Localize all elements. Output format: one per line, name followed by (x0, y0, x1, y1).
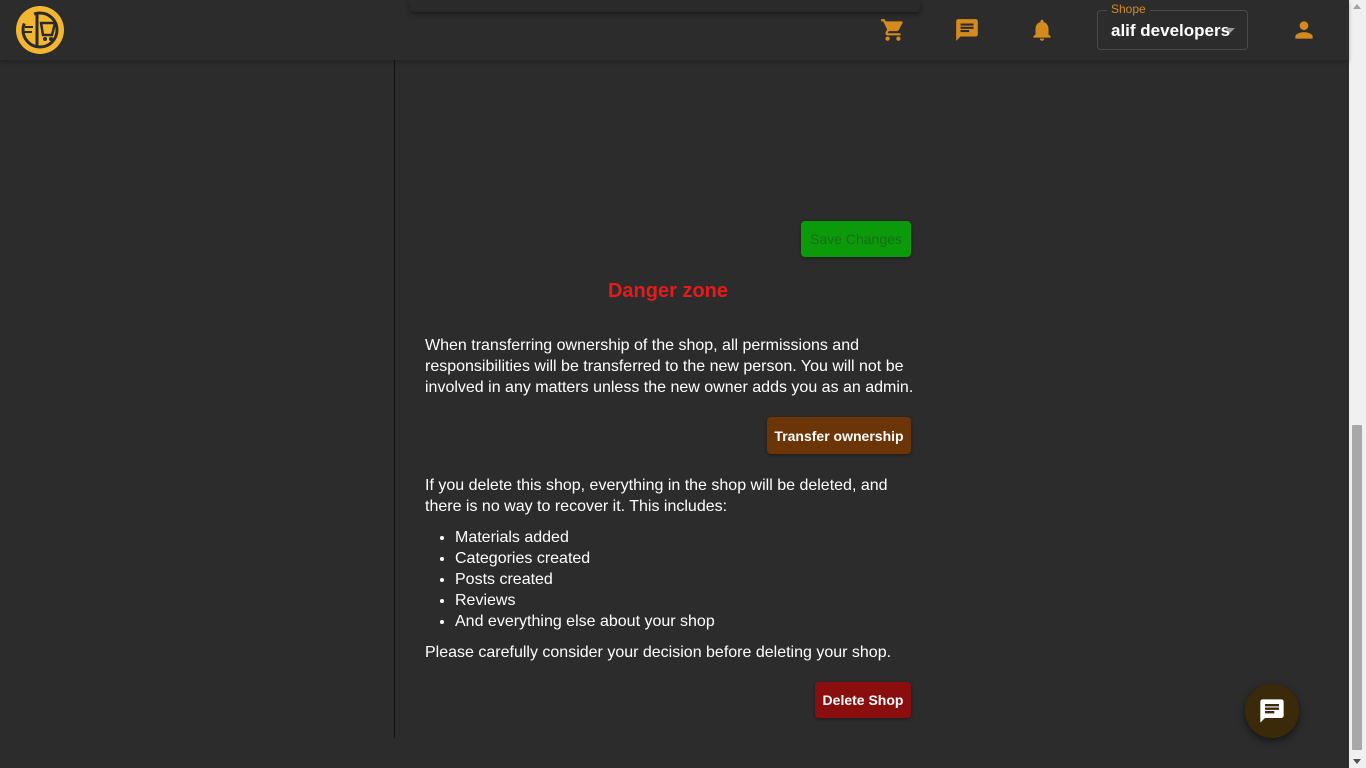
transfer-ownership-button[interactable]: Transfer ownership (767, 417, 911, 454)
sidebar-divider (394, 60, 395, 738)
delete-description: If you delete this shop, everything in t… (425, 477, 888, 515)
scrollbar-thumb[interactable] (1352, 425, 1362, 750)
chat-icon[interactable] (954, 17, 980, 43)
scroll-down-icon[interactable] (1353, 759, 1361, 764)
delete-shop-button[interactable]: Delete Shop (815, 682, 911, 718)
scroll-up-icon[interactable] (1353, 4, 1361, 9)
page-scrollbar[interactable] (1349, 0, 1366, 768)
cart-icon[interactable] (880, 17, 906, 43)
previous-card-edge (410, 0, 920, 12)
save-changes-button[interactable]: Save Changes (801, 221, 911, 257)
chat-bubble-icon (1260, 699, 1284, 723)
top-app-bar: Shope alif developers (0, 0, 1349, 60)
list-item: Categories created (455, 548, 715, 569)
list-item: And everything else about your shop (455, 611, 715, 632)
shop-select-label: Shope (1107, 2, 1150, 16)
shop-select-value[interactable]: alif developers (1111, 21, 1230, 41)
danger-zone-title: Danger zone (607, 280, 729, 302)
user-icon[interactable] (1291, 17, 1317, 43)
delete-warning: Please carefully consider your decision … (425, 644, 892, 661)
list-item: Reviews (455, 590, 715, 611)
list-item: Posts created (455, 569, 715, 590)
list-item: Materials added (455, 527, 715, 548)
logo-icon[interactable] (15, 5, 65, 55)
bell-icon[interactable] (1029, 17, 1055, 43)
chevron-down-icon[interactable] (1225, 28, 1235, 33)
chat-fab-button[interactable] (1245, 684, 1299, 738)
transfer-description: When transferring ownership of the shop,… (425, 337, 914, 396)
delete-consequences-list: Materials added Categories created Posts… (425, 527, 715, 632)
